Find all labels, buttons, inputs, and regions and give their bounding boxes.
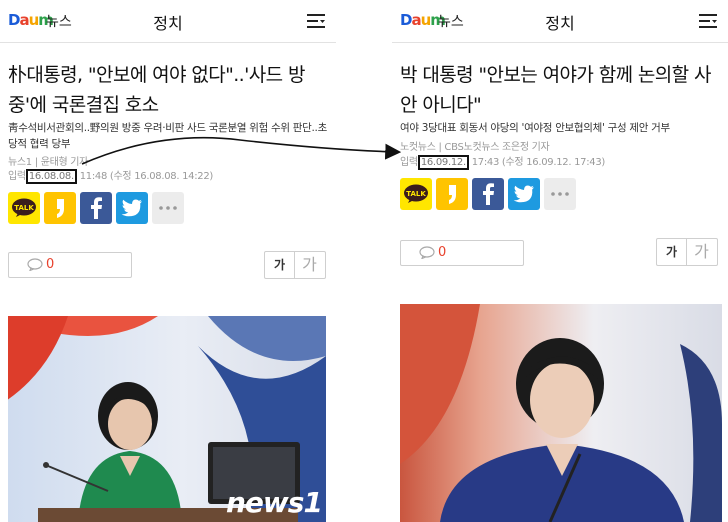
section-title: 정치	[545, 14, 575, 33]
svg-text:TALK: TALK	[406, 190, 426, 198]
comment-count: 0	[438, 245, 447, 260]
facebook-share-button[interactable]	[472, 178, 504, 210]
font-increase-button[interactable]: 가	[295, 252, 324, 278]
menu-icon[interactable]	[698, 12, 718, 30]
kakaotalk-share-button[interactable]: TALK	[400, 178, 432, 210]
section-title: 정치	[153, 14, 183, 33]
kakaostory-share-button[interactable]	[44, 192, 76, 224]
kakaostory-icon	[57, 199, 64, 218]
news1-watermark: news1	[226, 486, 323, 519]
article-subtitle: 靑수석비서관회의..野의원 방중 우려·비판 사드 국론분열 위험 수위 판단.…	[8, 122, 327, 150]
top-bar: Daum 뉴스 정치	[0, 0, 336, 43]
twitter-share-button[interactable]	[508, 178, 540, 210]
font-decrease-button[interactable]: 가	[265, 252, 295, 278]
font-increase-button[interactable]: 가	[687, 239, 716, 265]
facebook-share-button[interactable]	[80, 192, 112, 224]
twitter-icon	[513, 185, 534, 203]
comment-button[interactable]: 0	[400, 240, 524, 266]
font-decrease-button[interactable]: 가	[657, 239, 687, 265]
date-prefix: 입력	[400, 157, 418, 168]
comment-icon	[419, 246, 435, 259]
menu-icon[interactable]	[306, 12, 326, 30]
comment-count: 0	[46, 257, 55, 272]
kakaostory-icon	[449, 185, 456, 204]
article-byline: 뉴스1 | 윤태형 기자	[8, 157, 89, 168]
comment-icon	[27, 258, 43, 271]
facebook-icon	[91, 197, 102, 219]
more-icon	[159, 206, 177, 210]
top-bar: Daum 뉴스 정치	[392, 0, 728, 43]
kakaostory-share-button[interactable]	[436, 178, 468, 210]
date-highlight-box: 16.08.08.	[25, 169, 77, 184]
date-rest: 17:43 (수정 16.09.12. 17:43)	[471, 157, 606, 168]
twitter-share-button[interactable]	[116, 192, 148, 224]
more-icon	[551, 192, 569, 196]
font-size-controls: 가 가	[656, 238, 718, 266]
facebook-icon	[483, 183, 494, 205]
article-date: 입력 16.08.08. 11:48 (수정 16.08.08. 14:22)	[8, 167, 214, 184]
svg-text:TALK: TALK	[14, 204, 34, 212]
kakaotalk-share-button[interactable]: TALK	[8, 192, 40, 224]
kakaotalk-icon: TALK	[404, 184, 428, 203]
article-photo: news1	[8, 316, 326, 522]
date-prefix: 입력	[8, 171, 26, 182]
kakaotalk-icon: TALK	[12, 198, 36, 217]
date-highlight-box: 16.09.12.	[417, 155, 469, 170]
comment-button[interactable]: 0	[8, 252, 132, 278]
twitter-icon	[121, 199, 142, 217]
article-headline: 박 대통령 "안보는 여야가 함께 논의할 사안 아니다"	[400, 64, 711, 116]
article-subtitle: 여야 3당대표 회동서 야당의 '여야정 안보협의체' 구성 제안 거부	[400, 122, 670, 134]
left-article-panel: Daum 뉴스 정치 朴대통령, "안보에 여야 없다"..'사드 방중'에 국…	[0, 0, 336, 522]
font-size-controls: 가 가	[264, 251, 326, 279]
more-share-button[interactable]	[544, 178, 576, 210]
article-byline: 노컷뉴스 | CBS노컷뉴스 조은정 기자	[400, 142, 550, 153]
article-date: 입력 16.09.12. 17:43 (수정 16.09.12. 17:43)	[400, 153, 606, 170]
more-share-button[interactable]	[152, 192, 184, 224]
article-headline: 朴대통령, "안보에 여야 없다"..'사드 방중'에 국론결집 호소	[8, 64, 305, 116]
article-photo	[400, 304, 722, 522]
right-article-panel: Daum 뉴스 정치 박 대통령 "안보는 여야가 함께 논의할 사안 아니다"…	[392, 0, 728, 522]
date-rest: 11:48 (수정 16.08.08. 14:22)	[79, 171, 214, 182]
